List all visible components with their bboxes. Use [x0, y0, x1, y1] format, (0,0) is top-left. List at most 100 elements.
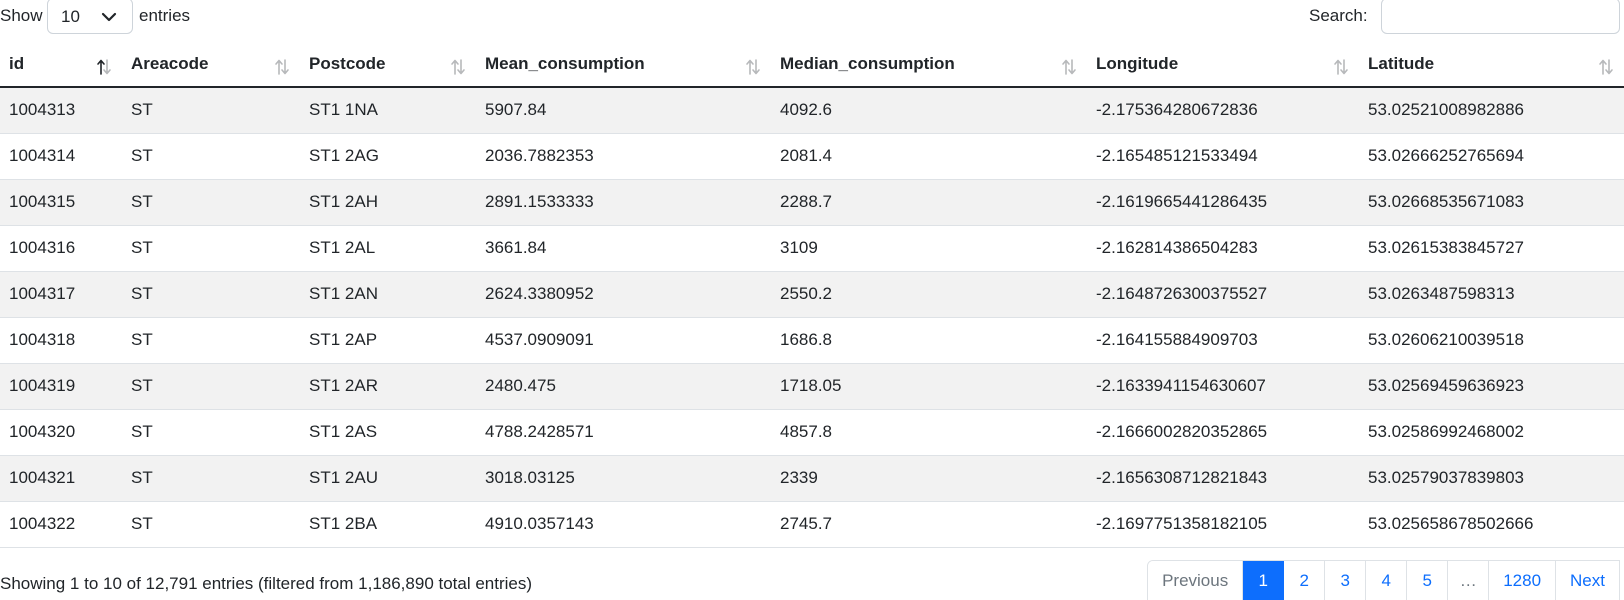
cell-postcode: ST1 1NA [300, 87, 476, 134]
cell-latitude: 53.02666252765694 [1359, 133, 1624, 180]
entries-per-page-select[interactable]: 10 [47, 0, 133, 34]
cell-mean-consumption: 4788.2428571 [476, 409, 771, 456]
entries-per-page-value: 10 [61, 7, 80, 26]
cell-mean-consumption: 2891.1533333 [476, 179, 771, 226]
column-header-areacode[interactable]: Areacode [122, 42, 300, 88]
search-input[interactable] [1381, 0, 1620, 34]
cell-areacode: ST [122, 409, 300, 456]
cell-id: 1004319 [0, 363, 122, 410]
sort-icon [746, 59, 760, 75]
cell-latitude: 53.02569459636923 [1359, 363, 1624, 410]
cell-longitude: -2.1633941154630607 [1087, 363, 1359, 410]
cell-longitude: -2.164155884909703 [1087, 317, 1359, 364]
column-header-label: Latitude [1368, 54, 1435, 73]
cell-postcode: ST1 2AR [300, 363, 476, 410]
page-button-4[interactable]: 4 [1366, 561, 1408, 600]
entries-label: entries [139, 6, 191, 25]
cell-longitude: -2.1619665441286435 [1087, 179, 1359, 226]
table-row: 1004321 ST ST1 2AU 3018.03125 2339 -2.1656308… [0, 455, 1624, 502]
cell-areacode: ST [122, 501, 300, 548]
cell-mean-consumption: 2036.7882353 [476, 133, 771, 180]
next-page-button[interactable]: Next [1556, 561, 1619, 600]
table-body: 1004313 ST ST1 1NA 5907.84 4092.6 -2.17536428… [0, 87, 1624, 548]
cell-median-consumption: 1718.05 [771, 363, 1087, 410]
table-info: Showing 1 to 10 of 12,791 entries (filte… [0, 574, 533, 593]
cell-median-consumption: 4092.6 [771, 87, 1087, 134]
cell-median-consumption: 3109 [771, 225, 1087, 272]
cell-areacode: ST [122, 455, 300, 502]
page-button-5[interactable]: 5 [1407, 561, 1449, 600]
cell-postcode: ST1 2AS [300, 409, 476, 456]
cell-median-consumption: 2550.2 [771, 271, 1087, 318]
sort-icon [1334, 59, 1348, 75]
cell-postcode: ST1 2AU [300, 455, 476, 502]
sort-icon [451, 59, 465, 75]
column-header-latitude[interactable]: Latitude [1359, 42, 1624, 88]
page-button-1[interactable]: 1 [1243, 561, 1285, 600]
previous-page-button[interactable]: Previous [1148, 561, 1244, 600]
table-row: 1004315 ST ST1 2AH 2891.1533333 2288.7 -2.161… [0, 179, 1624, 226]
cell-latitude: 53.02615383845727 [1359, 225, 1624, 272]
sort-icon [1599, 59, 1613, 75]
cell-median-consumption: 2745.7 [771, 501, 1087, 548]
header-row: id Areacode Postcode Mean_consumption Median… [0, 42, 1624, 88]
column-header-longitude[interactable]: Longitude [1087, 42, 1359, 88]
cell-postcode: ST1 2BA [300, 501, 476, 548]
cell-mean-consumption: 4910.0357143 [476, 501, 771, 548]
table-row: 1004314 ST ST1 2AG 2036.7882353 2081.4 -2.165… [0, 133, 1624, 180]
cell-latitude: 53.02586992468002 [1359, 409, 1624, 456]
table-row: 1004320 ST ST1 2AS 4788.2428571 4857.8 -2.166… [0, 409, 1624, 456]
cell-longitude: -2.175364280672836 [1087, 87, 1359, 134]
data-table: id Areacode Postcode Mean_consumption Median… [0, 42, 1624, 548]
cell-mean-consumption: 2624.3380952 [476, 271, 771, 318]
cell-latitude: 53.0263487598313 [1359, 271, 1624, 318]
cell-latitude: 53.02668535671083 [1359, 179, 1624, 226]
cell-longitude: -2.1697751358182105 [1087, 501, 1359, 548]
column-header-label: id [9, 54, 25, 73]
page-button-3[interactable]: 3 [1325, 561, 1367, 600]
cell-id: 1004320 [0, 409, 122, 456]
cell-longitude: -2.1656308712821843 [1087, 455, 1359, 502]
sort-icon [1062, 59, 1076, 75]
cell-mean-consumption: 3661.84 [476, 225, 771, 272]
column-header-label: Mean_consumption [485, 54, 645, 73]
cell-median-consumption: 2339 [771, 455, 1087, 502]
show-label: Show [0, 6, 43, 25]
cell-longitude: -2.1666002820352865 [1087, 409, 1359, 456]
cell-longitude: -2.165485121533494 [1087, 133, 1359, 180]
cell-mean-consumption: 5907.84 [476, 87, 771, 134]
column-header-mean-consumption[interactable]: Mean_consumption [476, 42, 771, 88]
cell-areacode: ST [122, 317, 300, 364]
cell-areacode: ST [122, 271, 300, 318]
cell-id: 1004321 [0, 455, 122, 502]
cell-areacode: ST [122, 363, 300, 410]
table-row: 1004316 ST ST1 2AL 3661.84 3109 -2.1628143865… [0, 225, 1624, 272]
pagination-ellipsis: … [1448, 561, 1490, 600]
pagination: Previous 1 2 3 4 5… 1280 Next [1147, 560, 1620, 600]
cell-latitude: 53.025658678502666 [1359, 501, 1624, 548]
cell-median-consumption: 2288.7 [771, 179, 1087, 226]
cell-areacode: ST [122, 179, 300, 226]
column-header-id[interactable]: id [0, 42, 122, 88]
table-row: 1004322 ST ST1 2BA 4910.0357143 2745.7 -2.169… [0, 501, 1624, 548]
chevron-down-icon [101, 12, 117, 22]
table-controls: Show 10 entries Search: [0, 0, 1624, 36]
page-button-1280[interactable]: 1280 [1489, 561, 1557, 600]
page-button-2[interactable]: 2 [1284, 561, 1326, 600]
column-header-label: Areacode [131, 54, 209, 73]
cell-median-consumption: 1686.8 [771, 317, 1087, 364]
cell-mean-consumption: 4537.0909091 [476, 317, 771, 364]
cell-id: 1004313 [0, 87, 122, 134]
table-row: 1004317 ST ST1 2AN 2624.3380952 2550.2 -2.164… [0, 271, 1624, 318]
cell-latitude: 53.02521008982886 [1359, 87, 1624, 134]
column-header-median-consumption[interactable]: Median_consumption [771, 42, 1087, 88]
cell-postcode: ST1 2AL [300, 225, 476, 272]
cell-longitude: -2.1648726300375527 [1087, 271, 1359, 318]
cell-postcode: ST1 2AH [300, 179, 476, 226]
table-header: id Areacode Postcode Mean_consumption Median… [0, 42, 1624, 88]
cell-areacode: ST [122, 133, 300, 180]
cell-postcode: ST1 2AP [300, 317, 476, 364]
sort-icon [275, 59, 289, 75]
cell-postcode: ST1 2AN [300, 271, 476, 318]
column-header-postcode[interactable]: Postcode [300, 42, 476, 88]
